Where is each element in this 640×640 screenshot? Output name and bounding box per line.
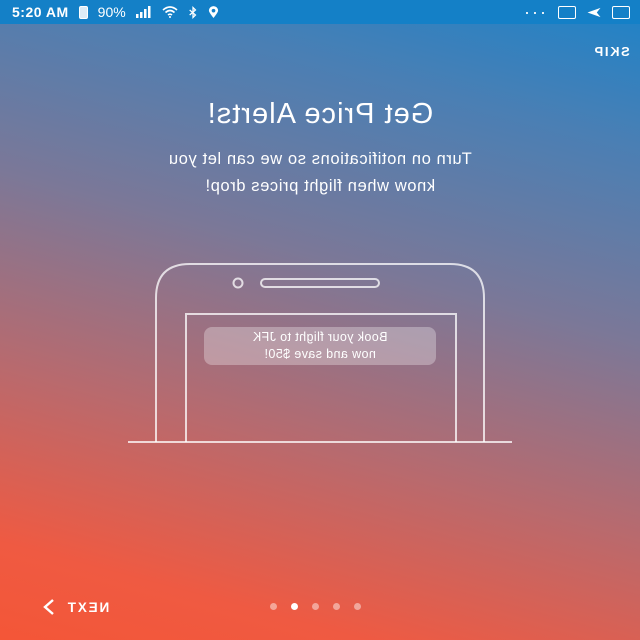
signal-icon	[135, 6, 151, 18]
flight-icon	[587, 7, 601, 17]
next-button[interactable]: NEXT	[42, 598, 109, 616]
page-dot[interactable]	[354, 603, 361, 610]
subtitle-line: know when flight prices drop!	[204, 177, 436, 195]
page-dot[interactable]	[312, 603, 319, 610]
notification-line: Book your flight to JFK	[252, 330, 388, 344]
chevron-icon	[43, 599, 54, 615]
page-indicator	[270, 603, 361, 610]
status-bar-right: ···	[524, 2, 630, 22]
gallery-icon	[612, 5, 630, 19]
page-dot[interactable]	[291, 603, 298, 610]
battery-percent: 90%	[97, 4, 126, 20]
skip-button[interactable]: SKIP	[593, 44, 630, 59]
status-bar: 5:20 AM 90% ···	[0, 0, 640, 24]
subtitle-line: Turn on notifications so we can let you	[168, 150, 472, 168]
notification-icon	[558, 5, 576, 19]
location-icon	[208, 5, 218, 18]
onboarding-screen: 5:20 AM 90% ··· SKIP Get Price Alerts! T…	[0, 0, 640, 640]
status-time: 5:20 AM	[12, 4, 69, 20]
page-subtitle: Turn on notifications so we can let you …	[120, 146, 520, 200]
more-icon: ···	[524, 2, 548, 22]
notification-line: now and save $50!	[264, 347, 376, 361]
bluetooth-icon	[188, 5, 197, 19]
page-title: Get Price Alerts!	[206, 98, 434, 130]
status-bar-left: 5:20 AM 90%	[12, 4, 219, 20]
notification-card: Book your flight to JFK now and save $50…	[204, 327, 436, 365]
wifi-icon	[162, 6, 178, 18]
next-label: NEXT	[66, 599, 110, 615]
page-dot[interactable]	[333, 603, 340, 610]
page-dot[interactable]	[270, 603, 277, 610]
battery-icon	[78, 5, 88, 19]
